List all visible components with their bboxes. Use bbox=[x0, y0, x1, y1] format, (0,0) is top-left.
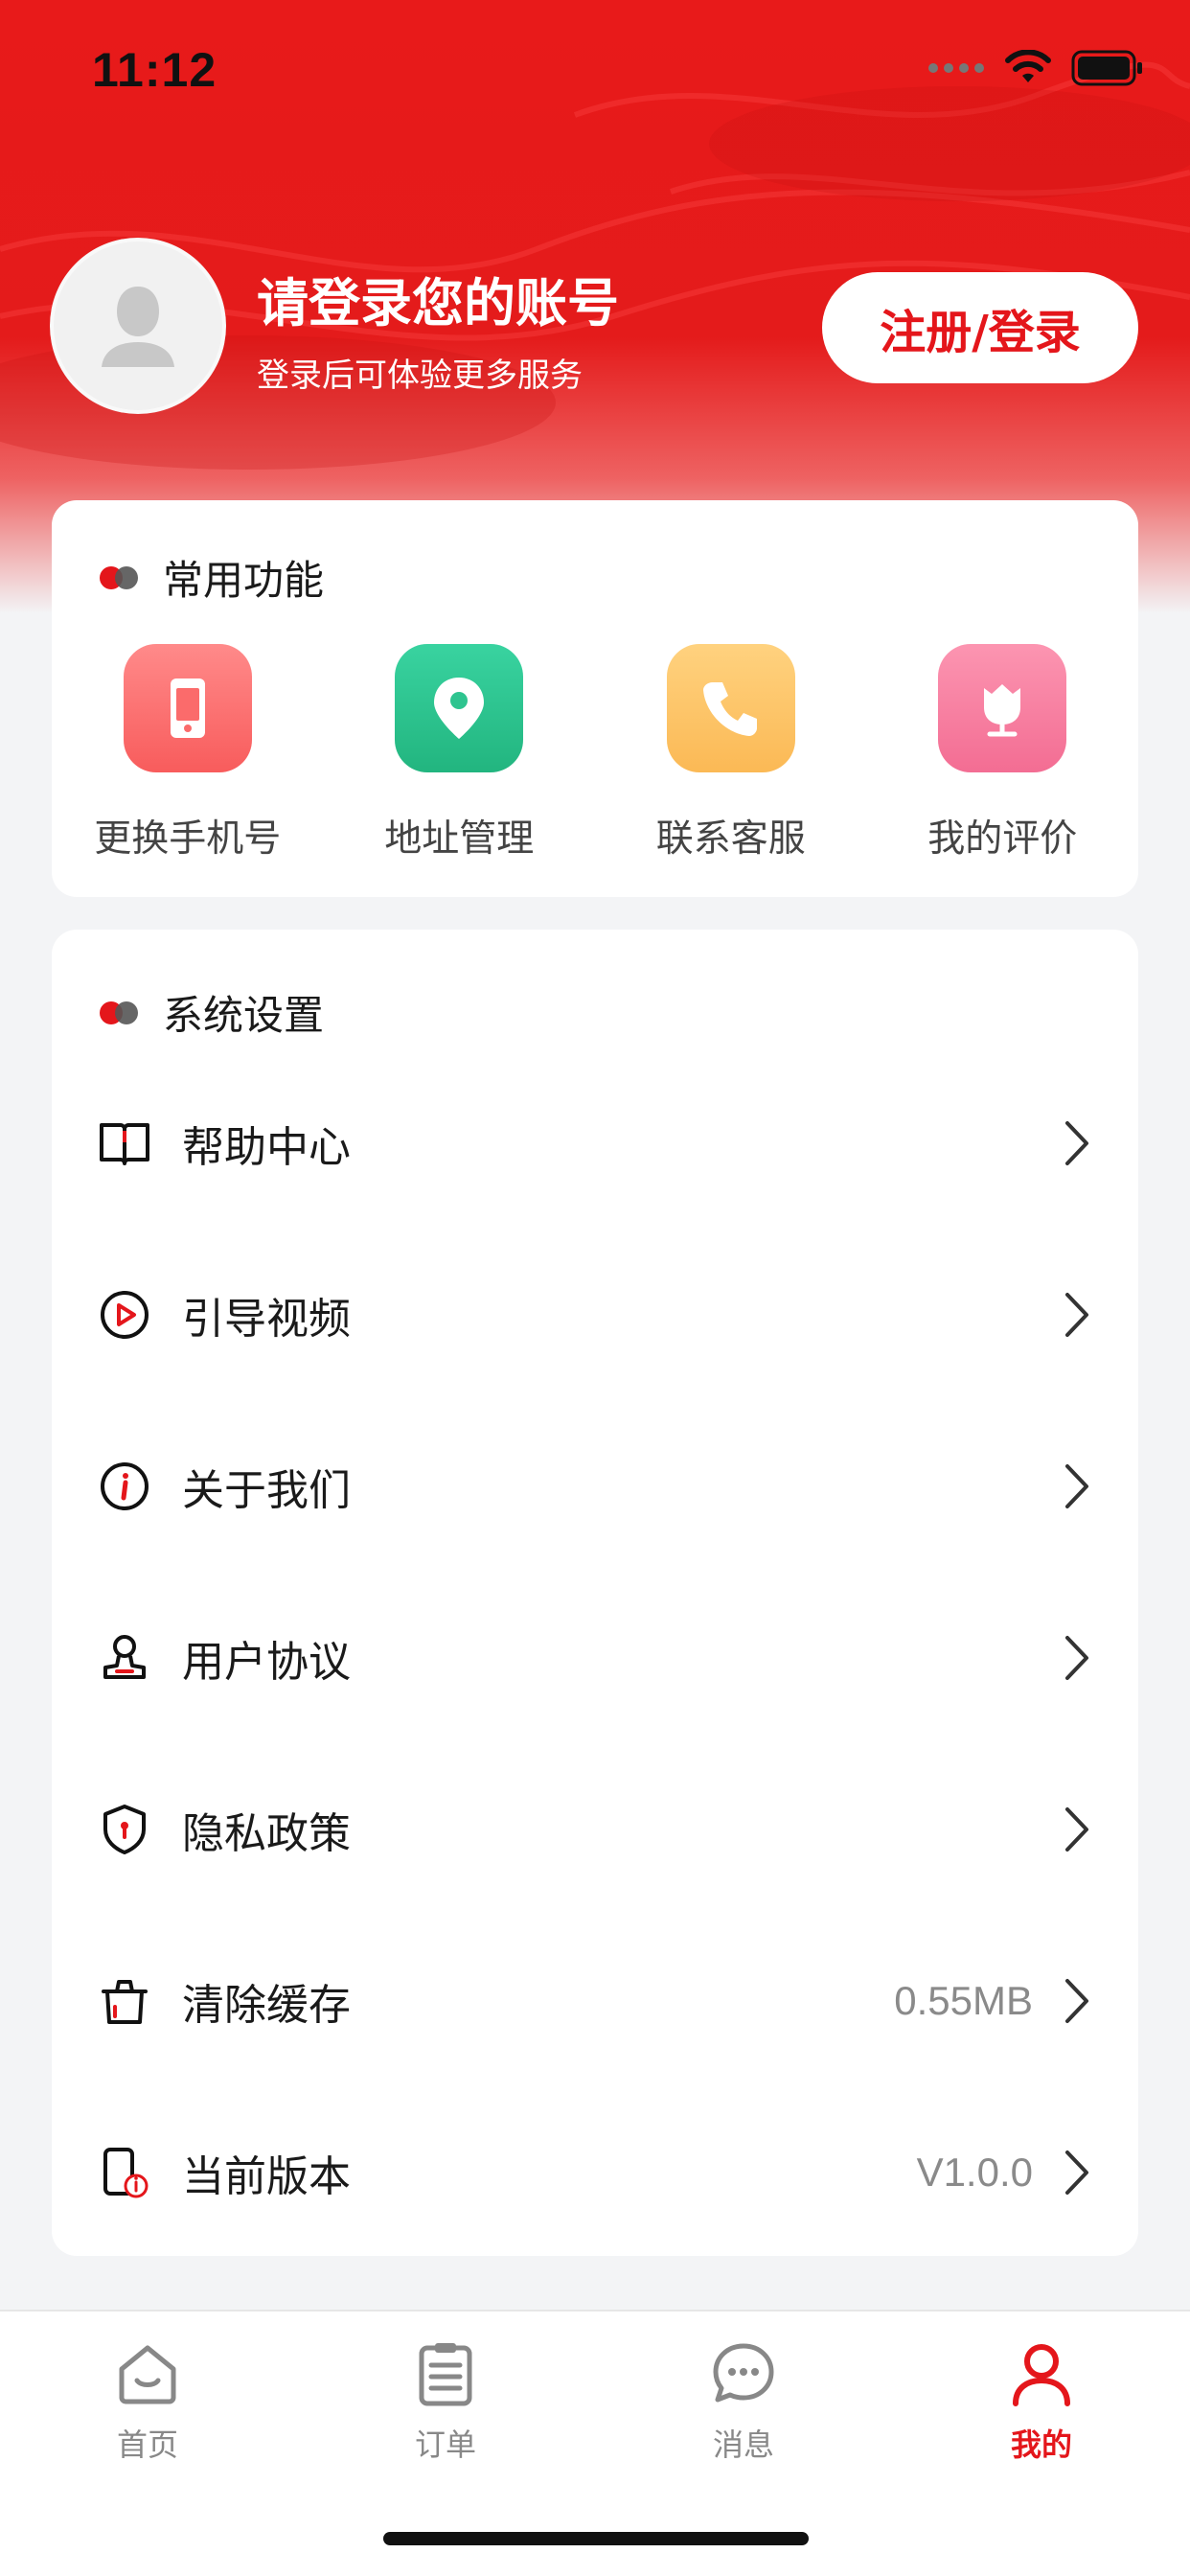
settings-row-label: 关于我们 bbox=[182, 1466, 351, 1515]
order-list-icon bbox=[419, 2343, 472, 2406]
avatar[interactable] bbox=[50, 238, 226, 414]
system-settings-card: 系统设置 帮助中心 引导视频 关于我们 用户协议 隐私政策 清除缓存 0.55M… bbox=[52, 930, 1138, 2256]
default-avatar-icon bbox=[102, 287, 174, 367]
function-label: 我的评价 bbox=[927, 817, 1078, 861]
common-functions-header: 常用功能 bbox=[100, 548, 324, 607]
message-icon bbox=[713, 2343, 774, 2403]
phone-info-icon bbox=[96, 2144, 153, 2201]
tab-home[interactable]: 首页 bbox=[52, 2340, 243, 2465]
settings-row-label: 清除缓存 bbox=[182, 1981, 351, 2030]
function-grid: 更换手机号 地址管理 联系客服 我的评价 bbox=[52, 644, 1138, 862]
video-play-icon bbox=[96, 1286, 153, 1344]
tab-label: 订单 bbox=[414, 2426, 476, 2463]
chevron-right-icon bbox=[1065, 1636, 1088, 1680]
status-time: 11:12 bbox=[92, 43, 217, 97]
tab-messages[interactable]: 消息 bbox=[648, 2340, 839, 2465]
home-icon bbox=[119, 2345, 176, 2404]
login-prompt-title[interactable]: 请登录您的账号 bbox=[257, 261, 619, 336]
chevron-right-icon bbox=[1065, 1121, 1088, 1165]
settings-row-label: 隐私政策 bbox=[182, 1809, 351, 1858]
flower-icon bbox=[938, 644, 1067, 772]
shield-icon bbox=[96, 1801, 153, 1858]
chevron-right-icon bbox=[1065, 1293, 1088, 1337]
function-change-phone[interactable]: 更换手机号 bbox=[52, 644, 324, 862]
tab-mine[interactable]: 我的 bbox=[946, 2340, 1137, 2465]
function-customer-service[interactable]: 联系客服 bbox=[595, 644, 867, 862]
status-bar: 11:12 bbox=[0, 0, 1190, 144]
section-dots-icon bbox=[100, 564, 144, 591]
settings-row-label: 帮助中心 bbox=[182, 1123, 351, 1172]
battery-icon bbox=[1071, 50, 1142, 86]
info-icon bbox=[96, 1458, 153, 1515]
user-icon bbox=[1013, 2344, 1070, 2406]
wifi-icon bbox=[1005, 50, 1051, 82]
function-address[interactable]: 地址管理 bbox=[324, 644, 596, 862]
settings-row-help-center[interactable]: 帮助中心 bbox=[52, 1058, 1138, 1229]
settings-row-current-version[interactable]: 当前版本 V1.0.0 bbox=[52, 2087, 1138, 2258]
settings-row-about-us[interactable]: 关于我们 bbox=[52, 1401, 1138, 1572]
settings-row-clear-cache[interactable]: 清除缓存 0.55MB bbox=[52, 1916, 1138, 2086]
section-dots-icon bbox=[100, 1000, 144, 1026]
tab-label: 首页 bbox=[116, 2426, 178, 2463]
chevron-right-icon bbox=[1065, 1979, 1088, 2023]
phone-call-icon bbox=[666, 644, 795, 772]
common-functions-title: 常用功能 bbox=[163, 557, 325, 604]
function-label: 联系客服 bbox=[655, 817, 806, 861]
tab-orders[interactable]: 订单 bbox=[350, 2340, 541, 2465]
phone-swap-icon bbox=[123, 644, 252, 772]
settings-row-label: 引导视频 bbox=[182, 1295, 351, 1344]
chevron-right-icon bbox=[1065, 1464, 1088, 1508]
home-indicator bbox=[383, 2532, 809, 2545]
function-label: 地址管理 bbox=[384, 817, 535, 861]
settings-row-label: 当前版本 bbox=[182, 2152, 351, 2201]
system-settings-header: 系统设置 bbox=[100, 983, 324, 1042]
system-settings-title: 系统设置 bbox=[163, 992, 325, 1039]
status-icons bbox=[927, 50, 1144, 86]
trash-icon bbox=[96, 1972, 153, 2030]
settings-row-user-agreement[interactable]: 用户协议 bbox=[52, 1573, 1138, 1743]
settings-row-privacy-policy[interactable]: 隐私政策 bbox=[52, 1744, 1138, 1915]
stamp-icon bbox=[96, 1629, 153, 1687]
function-my-reviews[interactable]: 我的评价 bbox=[867, 644, 1139, 862]
signal-dots-icon bbox=[928, 63, 984, 73]
chevron-right-icon bbox=[1065, 2150, 1088, 2195]
settings-row-guide-video[interactable]: 引导视频 bbox=[52, 1230, 1138, 1400]
tab-label: 消息 bbox=[712, 2426, 774, 2463]
function-label: 更换手机号 bbox=[94, 817, 282, 861]
chevron-right-icon bbox=[1065, 1807, 1088, 1852]
book-icon bbox=[96, 1115, 153, 1172]
tab-label: 我的 bbox=[1010, 2426, 1072, 2463]
common-functions-card: 常用功能 更换手机号 地址管理 联系客服 我的评价 bbox=[52, 500, 1138, 897]
cache-size-value: 0.55MB bbox=[894, 1978, 1033, 2023]
settings-row-label: 用户协议 bbox=[182, 1638, 351, 1687]
register-login-button[interactable]: 注册/登录 bbox=[822, 272, 1138, 383]
login-prompt-subtitle: 登录后可体验更多服务 bbox=[257, 356, 583, 395]
version-value: V1.0.0 bbox=[916, 2150, 1033, 2195]
location-pin-icon bbox=[395, 644, 524, 772]
